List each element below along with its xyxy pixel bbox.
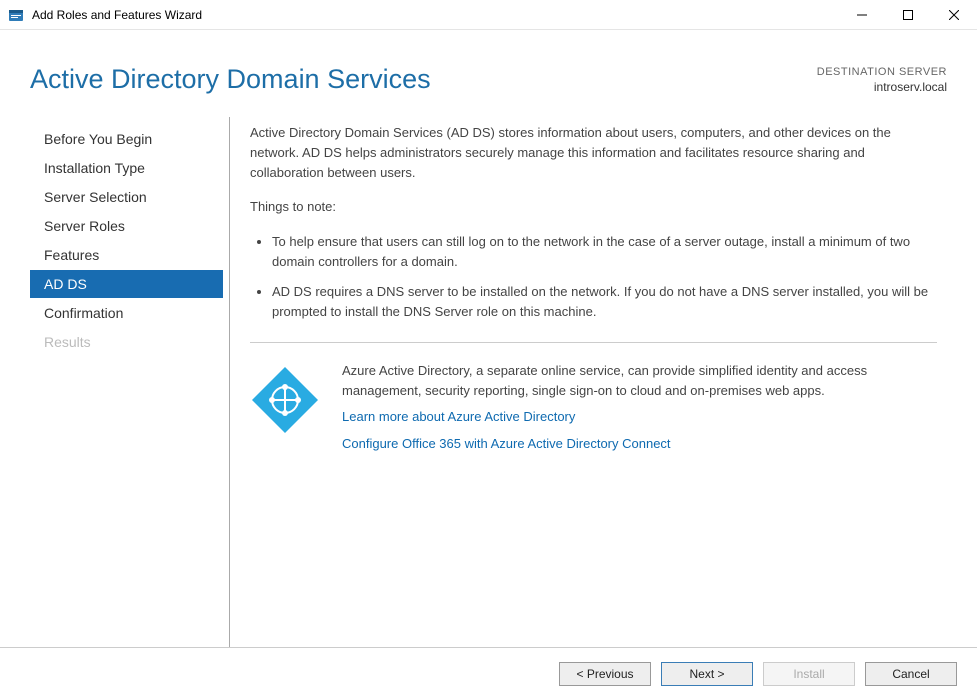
nav-installation-type[interactable]: Installation Type (30, 154, 223, 182)
azure-block: Azure Active Directory, a separate onlin… (250, 361, 937, 454)
divider (250, 342, 937, 343)
nav-server-roles[interactable]: Server Roles (30, 212, 223, 240)
nav-ad-ds[interactable]: AD DS (30, 270, 223, 298)
nav-before-you-begin[interactable]: Before You Begin (30, 125, 223, 153)
notes-list: To help ensure that users can still log … (250, 232, 937, 323)
install-button: Install (763, 662, 855, 686)
nav-server-selection[interactable]: Server Selection (30, 183, 223, 211)
sidebar: Before You Begin Installation Type Serve… (30, 117, 230, 665)
previous-button[interactable]: < Previous (559, 662, 651, 686)
page-title: Active Directory Domain Services (30, 64, 431, 95)
body: Before You Begin Installation Type Serve… (0, 105, 977, 665)
azure-text: Azure Active Directory, a separate onlin… (342, 361, 937, 454)
maximize-button[interactable] (885, 0, 931, 29)
cancel-button[interactable]: Cancel (865, 662, 957, 686)
wizard-icon (8, 7, 24, 23)
dest-value: introserv.local (817, 80, 947, 94)
azure-learn-more-link[interactable]: Learn more about Azure Active Directory (342, 407, 937, 427)
destination-server: DESTINATION SERVER introserv.local (817, 66, 947, 94)
minimize-button[interactable] (839, 0, 885, 29)
azure-configure-link[interactable]: Configure Office 365 with Azure Active D… (342, 434, 937, 454)
notes-heading: Things to note: (250, 197, 937, 217)
content: Active Directory Domain Services (AD DS)… (230, 117, 947, 665)
note-item: To help ensure that users can still log … (272, 232, 937, 272)
nav-features[interactable]: Features (30, 241, 223, 269)
footer: < Previous Next > Install Cancel (0, 647, 977, 699)
window-controls (839, 0, 977, 29)
window-title: Add Roles and Features Wizard (32, 8, 839, 22)
nav-results: Results (30, 328, 223, 356)
azure-desc: Azure Active Directory, a separate onlin… (342, 363, 867, 398)
dest-label: DESTINATION SERVER (817, 66, 947, 78)
close-button[interactable] (931, 0, 977, 29)
note-item: AD DS requires a DNS server to be instal… (272, 282, 937, 322)
azure-ad-icon (250, 365, 320, 435)
nav-confirmation[interactable]: Confirmation (30, 299, 223, 327)
titlebar: Add Roles and Features Wizard (0, 0, 977, 30)
header: Active Directory Domain Services DESTINA… (0, 30, 977, 105)
next-button[interactable]: Next > (661, 662, 753, 686)
intro-text: Active Directory Domain Services (AD DS)… (250, 123, 937, 183)
